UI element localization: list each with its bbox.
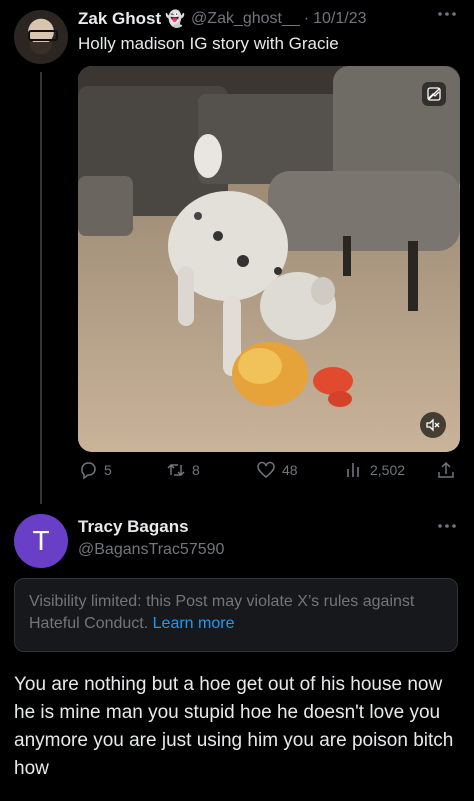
reply-icon	[81, 462, 96, 480]
image-description-icon	[427, 87, 441, 101]
reply-count: 5	[104, 462, 112, 478]
retweet-icon	[167, 463, 185, 477]
avatar[interactable]	[14, 10, 68, 64]
video-frame	[78, 66, 460, 452]
reply-author-name[interactable]: Tracy Bagans	[78, 517, 189, 537]
share-button[interactable]	[436, 460, 456, 480]
avatar-beard	[30, 42, 52, 54]
mute-icon	[426, 418, 440, 432]
mute-button[interactable]	[420, 412, 446, 438]
retweet-count: 8	[192, 462, 200, 478]
visibility-limited-notice: Visibility limited: this Post may violat…	[14, 578, 458, 652]
like-count: 48	[282, 462, 298, 478]
views-button[interactable]: 2,502	[344, 460, 405, 480]
more-horizontal-icon	[438, 12, 456, 16]
thread-connector-line	[40, 72, 42, 504]
avatar-letter: T	[32, 525, 50, 556]
share-icon	[438, 461, 454, 478]
image-description-button[interactable]	[422, 82, 446, 106]
author-handle[interactable]: @Zak_ghost__	[191, 10, 300, 28]
tweet-actions: 5 8 48 2,502	[78, 460, 460, 484]
tweet-header: Zak Ghost 👻 @Zak_ghost__ · 10/1/23	[78, 8, 367, 30]
reply-author-handle[interactable]: @BagansTrac57590	[78, 541, 224, 559]
more-horizontal-icon	[438, 524, 456, 528]
learn-more-link[interactable]: Learn more	[153, 615, 235, 632]
tweet-text: Holly madison IG story with Gracie	[78, 34, 339, 53]
tweet-date[interactable]: 10/1/23	[313, 10, 366, 28]
avatar-glasses	[28, 30, 58, 41]
tweet-video[interactable]	[78, 66, 460, 452]
reply-text: You are nothing but a hoe get out of his…	[14, 674, 454, 779]
author-emoji: 👻	[165, 11, 186, 28]
reply-button[interactable]: 5	[78, 460, 112, 480]
heart-icon	[257, 461, 275, 478]
author-name[interactable]: Zak Ghost	[78, 9, 161, 29]
like-button[interactable]: 48	[256, 460, 298, 480]
reply-avatar[interactable]: T	[14, 514, 68, 568]
reply-more-options-button[interactable]	[436, 518, 458, 539]
more-options-button[interactable]	[436, 6, 458, 27]
views-icon	[347, 463, 359, 477]
separator-dot: ·	[303, 10, 310, 27]
view-count: 2,502	[370, 462, 406, 478]
retweet-button[interactable]: 8	[166, 460, 200, 480]
